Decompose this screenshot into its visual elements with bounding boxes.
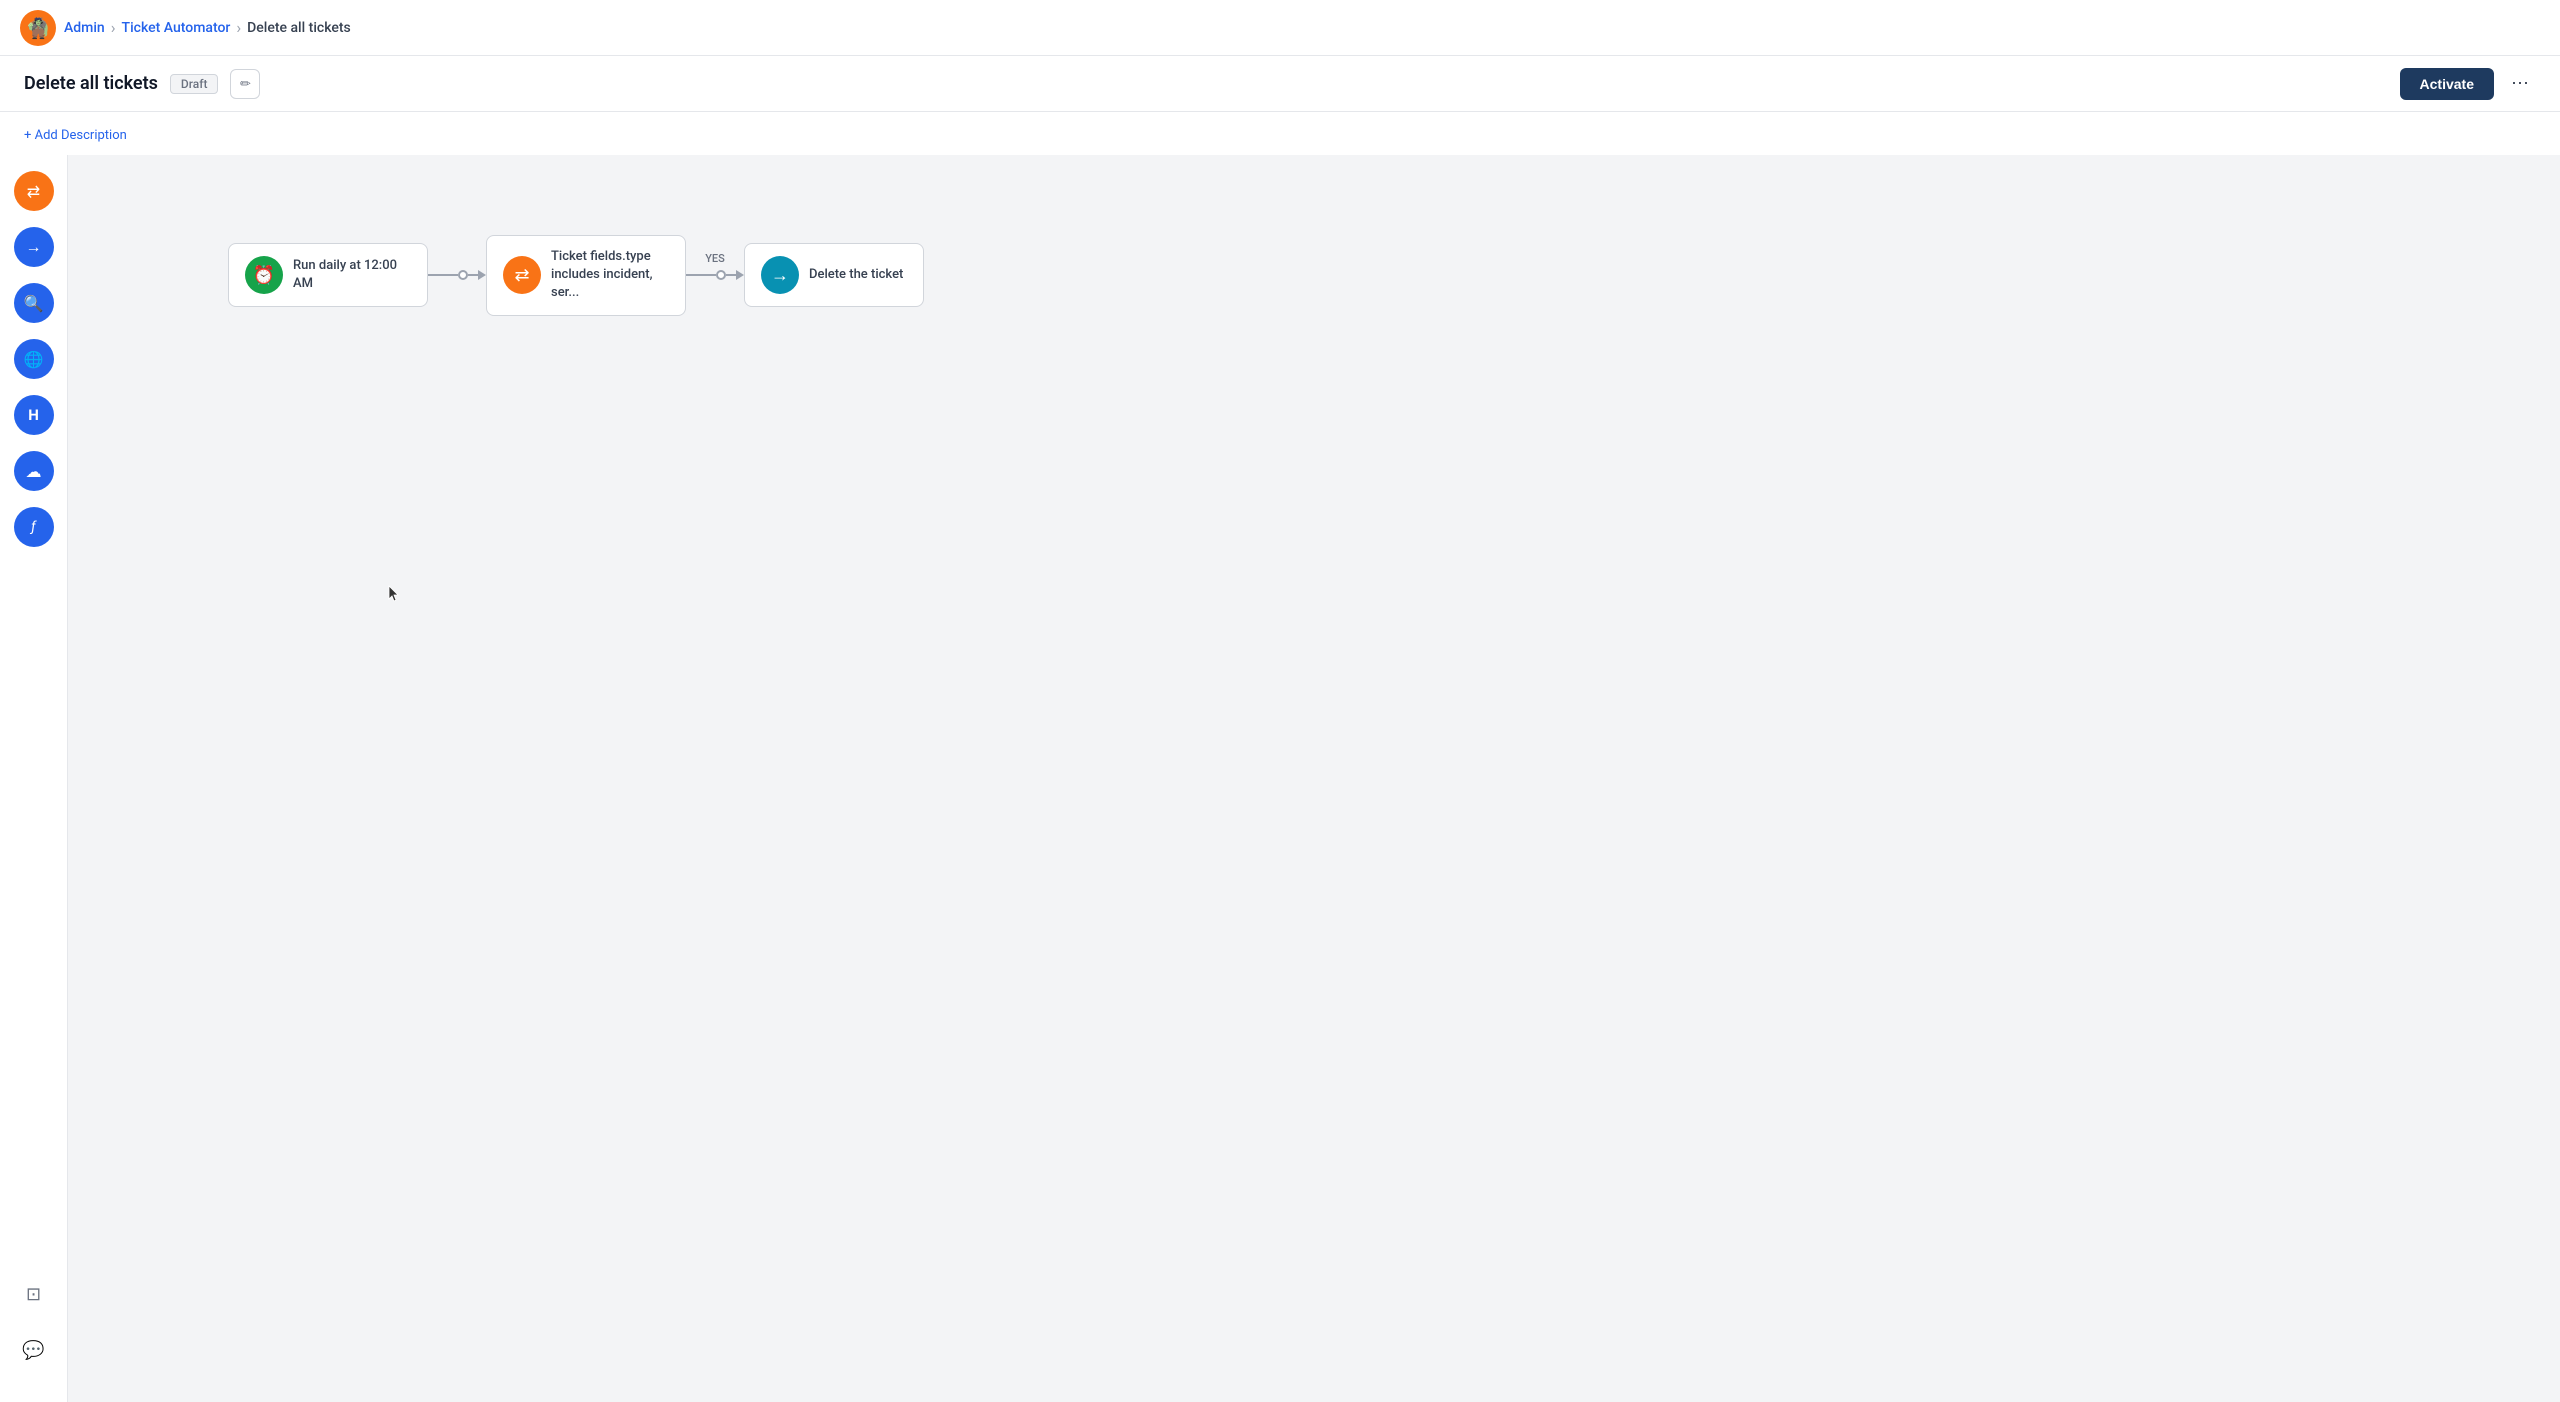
globe-icon: 🌐	[24, 350, 44, 369]
trigger-node-label: Run daily at 12:00 AM	[293, 257, 411, 293]
breadcrumb-sep-2: ›	[236, 18, 241, 37]
search-icon: 🔍	[24, 294, 44, 313]
connector-arrow-1	[478, 270, 486, 280]
sidebar-icon-h[interactable]: H	[14, 395, 54, 435]
condition-node-icon: ⇄	[503, 256, 541, 294]
toolbar-right: Activate ⋯	[2400, 68, 2536, 100]
flow-container: ⏰ Run daily at 12:00 AM ⇄ Ticket fields.…	[228, 235, 924, 316]
connector-2: YES	[686, 270, 744, 280]
cursor	[388, 585, 400, 603]
more-options-button[interactable]: ⋯	[2504, 68, 2536, 100]
sidebar-icon-cloud[interactable]: ☁	[14, 451, 54, 491]
sidebar-icon-chat[interactable]: 💬	[14, 1330, 54, 1370]
sidebar-icon-search[interactable]: 🔍	[14, 283, 54, 323]
action-node[interactable]: → Delete the ticket	[744, 243, 924, 307]
sidebar-icon-arrow[interactable]: →	[14, 227, 54, 267]
sidebar-icon-function[interactable]: ƒ	[14, 507, 54, 547]
sidebar-bottom: ⊡ 💬	[14, 1274, 54, 1386]
trigger-node-icon: ⏰	[245, 256, 283, 294]
breadcrumb-sep-1: ›	[111, 18, 116, 37]
canvas[interactable]: ⏰ Run daily at 12:00 AM ⇄ Ticket fields.…	[68, 155, 2560, 1402]
breadcrumb: Admin › Ticket Automator › Delete all ti…	[64, 18, 351, 37]
condition-node-label: Ticket fields.type includes incident, se…	[551, 248, 669, 303]
chat-icon: 💬	[22, 1340, 44, 1361]
toolbar: Delete all tickets Draft ✏ Activate ⋯	[0, 56, 2560, 112]
trigger-node[interactable]: ⏰ Run daily at 12:00 AM	[228, 243, 428, 307]
sidebar: ⇄ → 🔍 🌐 H ☁ ƒ ⊡ 💬	[0, 155, 68, 1402]
sidebar-icon-terminal[interactable]: ⊡	[14, 1274, 54, 1314]
add-description-link[interactable]: + Add Description	[24, 128, 127, 143]
action-node-icon: →	[761, 256, 799, 294]
sidebar-icon-globe[interactable]: 🌐	[14, 339, 54, 379]
connector-1	[428, 270, 486, 280]
function-icon: ƒ	[31, 519, 36, 535]
h-icon: H	[28, 406, 39, 424]
main-layout: ⇄ → 🔍 🌐 H ☁ ƒ ⊡ 💬	[0, 155, 2560, 1402]
yes-label: YES	[705, 252, 725, 265]
connector-dot-2	[716, 270, 726, 280]
status-badge: Draft	[170, 74, 219, 94]
arrow-right-icon: →	[26, 237, 42, 257]
add-description-bar: + Add Description	[0, 112, 2560, 155]
connector-arrow-2	[736, 270, 744, 280]
activate-button[interactable]: Activate	[2400, 68, 2494, 100]
cloud-icon: ☁	[26, 462, 42, 481]
action-node-label: Delete the ticket	[809, 266, 903, 284]
action-icon: →	[771, 265, 789, 286]
avatar: 🧌	[20, 10, 56, 46]
filter-icon: ⇄	[27, 182, 40, 201]
connector-line-2b	[726, 274, 736, 276]
top-nav: 🧌 Admin › Ticket Automator › Delete all …	[0, 0, 2560, 56]
breadcrumb-current: Delete all tickets	[247, 20, 351, 36]
condition-icon: ⇄	[514, 265, 529, 286]
breadcrumb-ticket-automator[interactable]: Ticket Automator	[122, 20, 231, 36]
breadcrumb-admin[interactable]: Admin	[64, 20, 105, 36]
connector-dot-1	[458, 270, 468, 280]
condition-node[interactable]: ⇄ Ticket fields.type includes incident, …	[486, 235, 686, 316]
page-title: Delete all tickets	[24, 73, 158, 94]
sidebar-icon-filter[interactable]: ⇄	[14, 171, 54, 211]
clock-icon: ⏰	[253, 265, 275, 286]
connector-line-2	[686, 274, 716, 276]
edit-title-button[interactable]: ✏	[230, 69, 260, 99]
terminal-icon: ⊡	[26, 1284, 41, 1305]
connector-line-1b	[468, 274, 478, 276]
connector-line-1	[428, 274, 458, 276]
